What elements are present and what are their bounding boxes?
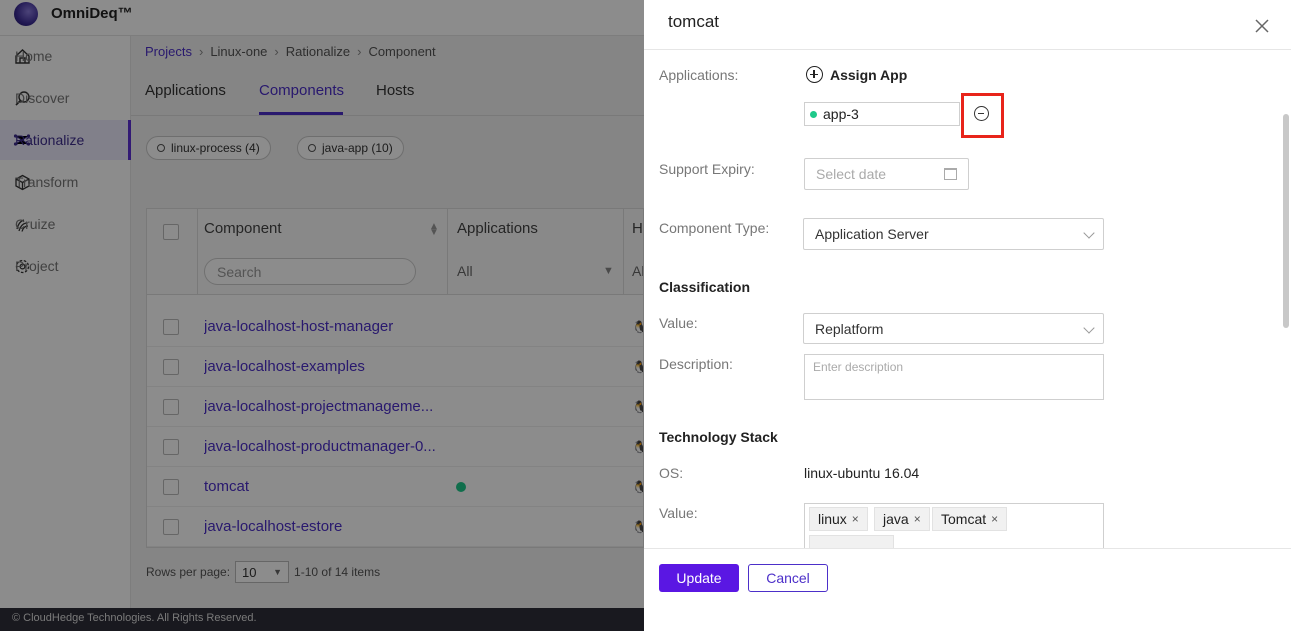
os-value: linux-ubuntu 16.04 — [804, 465, 920, 481]
calendar-icon — [944, 168, 957, 180]
cancel-button[interactable]: Cancel — [748, 564, 828, 592]
tag-remove-icon[interactable]: × — [914, 512, 921, 526]
os-label: OS: — [659, 465, 684, 481]
classification-heading: Classification — [659, 279, 751, 295]
chevron-down-icon — [1083, 322, 1095, 334]
remove-app-minus-icon[interactable] — [974, 106, 989, 121]
tag-remove-icon[interactable]: × — [852, 512, 859, 526]
tech-value-label: Value: — [659, 505, 698, 521]
description-textarea[interactable]: Enter description — [804, 354, 1104, 400]
description-label: Description: — [659, 356, 733, 372]
drawer-title: tomcat — [668, 12, 720, 31]
drawer-scrollbar[interactable] — [1283, 114, 1289, 328]
chevron-down-icon — [1083, 227, 1095, 239]
applications-label: Applications: — [659, 67, 739, 83]
component-type-select[interactable]: Application Server — [803, 218, 1104, 250]
status-dot-icon — [810, 110, 817, 118]
tech-tag-partial — [809, 535, 894, 548]
classification-value-label: Value: — [659, 315, 698, 331]
tech-tag-tomcat: Tomcat × — [932, 507, 1008, 531]
assign-app-button[interactable]: Assign App — [806, 66, 907, 83]
modal-overlay[interactable] — [0, 0, 644, 631]
support-expiry-date-picker[interactable]: Select date — [804, 158, 969, 190]
classification-value-select[interactable]: Replatform — [803, 313, 1104, 344]
technology-stack-heading: Technology Stack — [659, 429, 778, 445]
tech-tag-linux: linux × — [809, 507, 868, 531]
update-button[interactable]: Update — [659, 564, 739, 592]
drawer-footer: Update Cancel — [644, 548, 1291, 610]
support-expiry-label: Support Expiry: — [659, 161, 755, 177]
close-icon[interactable] — [1253, 17, 1271, 35]
drawer-body: Applications: Assign App app-3 Support E… — [644, 50, 1291, 548]
assigned-app-tag: app-3 — [804, 102, 960, 126]
tag-remove-icon[interactable]: × — [991, 512, 998, 526]
component-detail-drawer: tomcat Applications: Assign App app-3 Su… — [644, 0, 1291, 631]
component-type-label: Component Type: — [659, 220, 770, 236]
plus-circle-icon — [806, 66, 823, 83]
tech-tag-java: java × — [874, 507, 930, 531]
drawer-header: tomcat — [644, 0, 1291, 50]
